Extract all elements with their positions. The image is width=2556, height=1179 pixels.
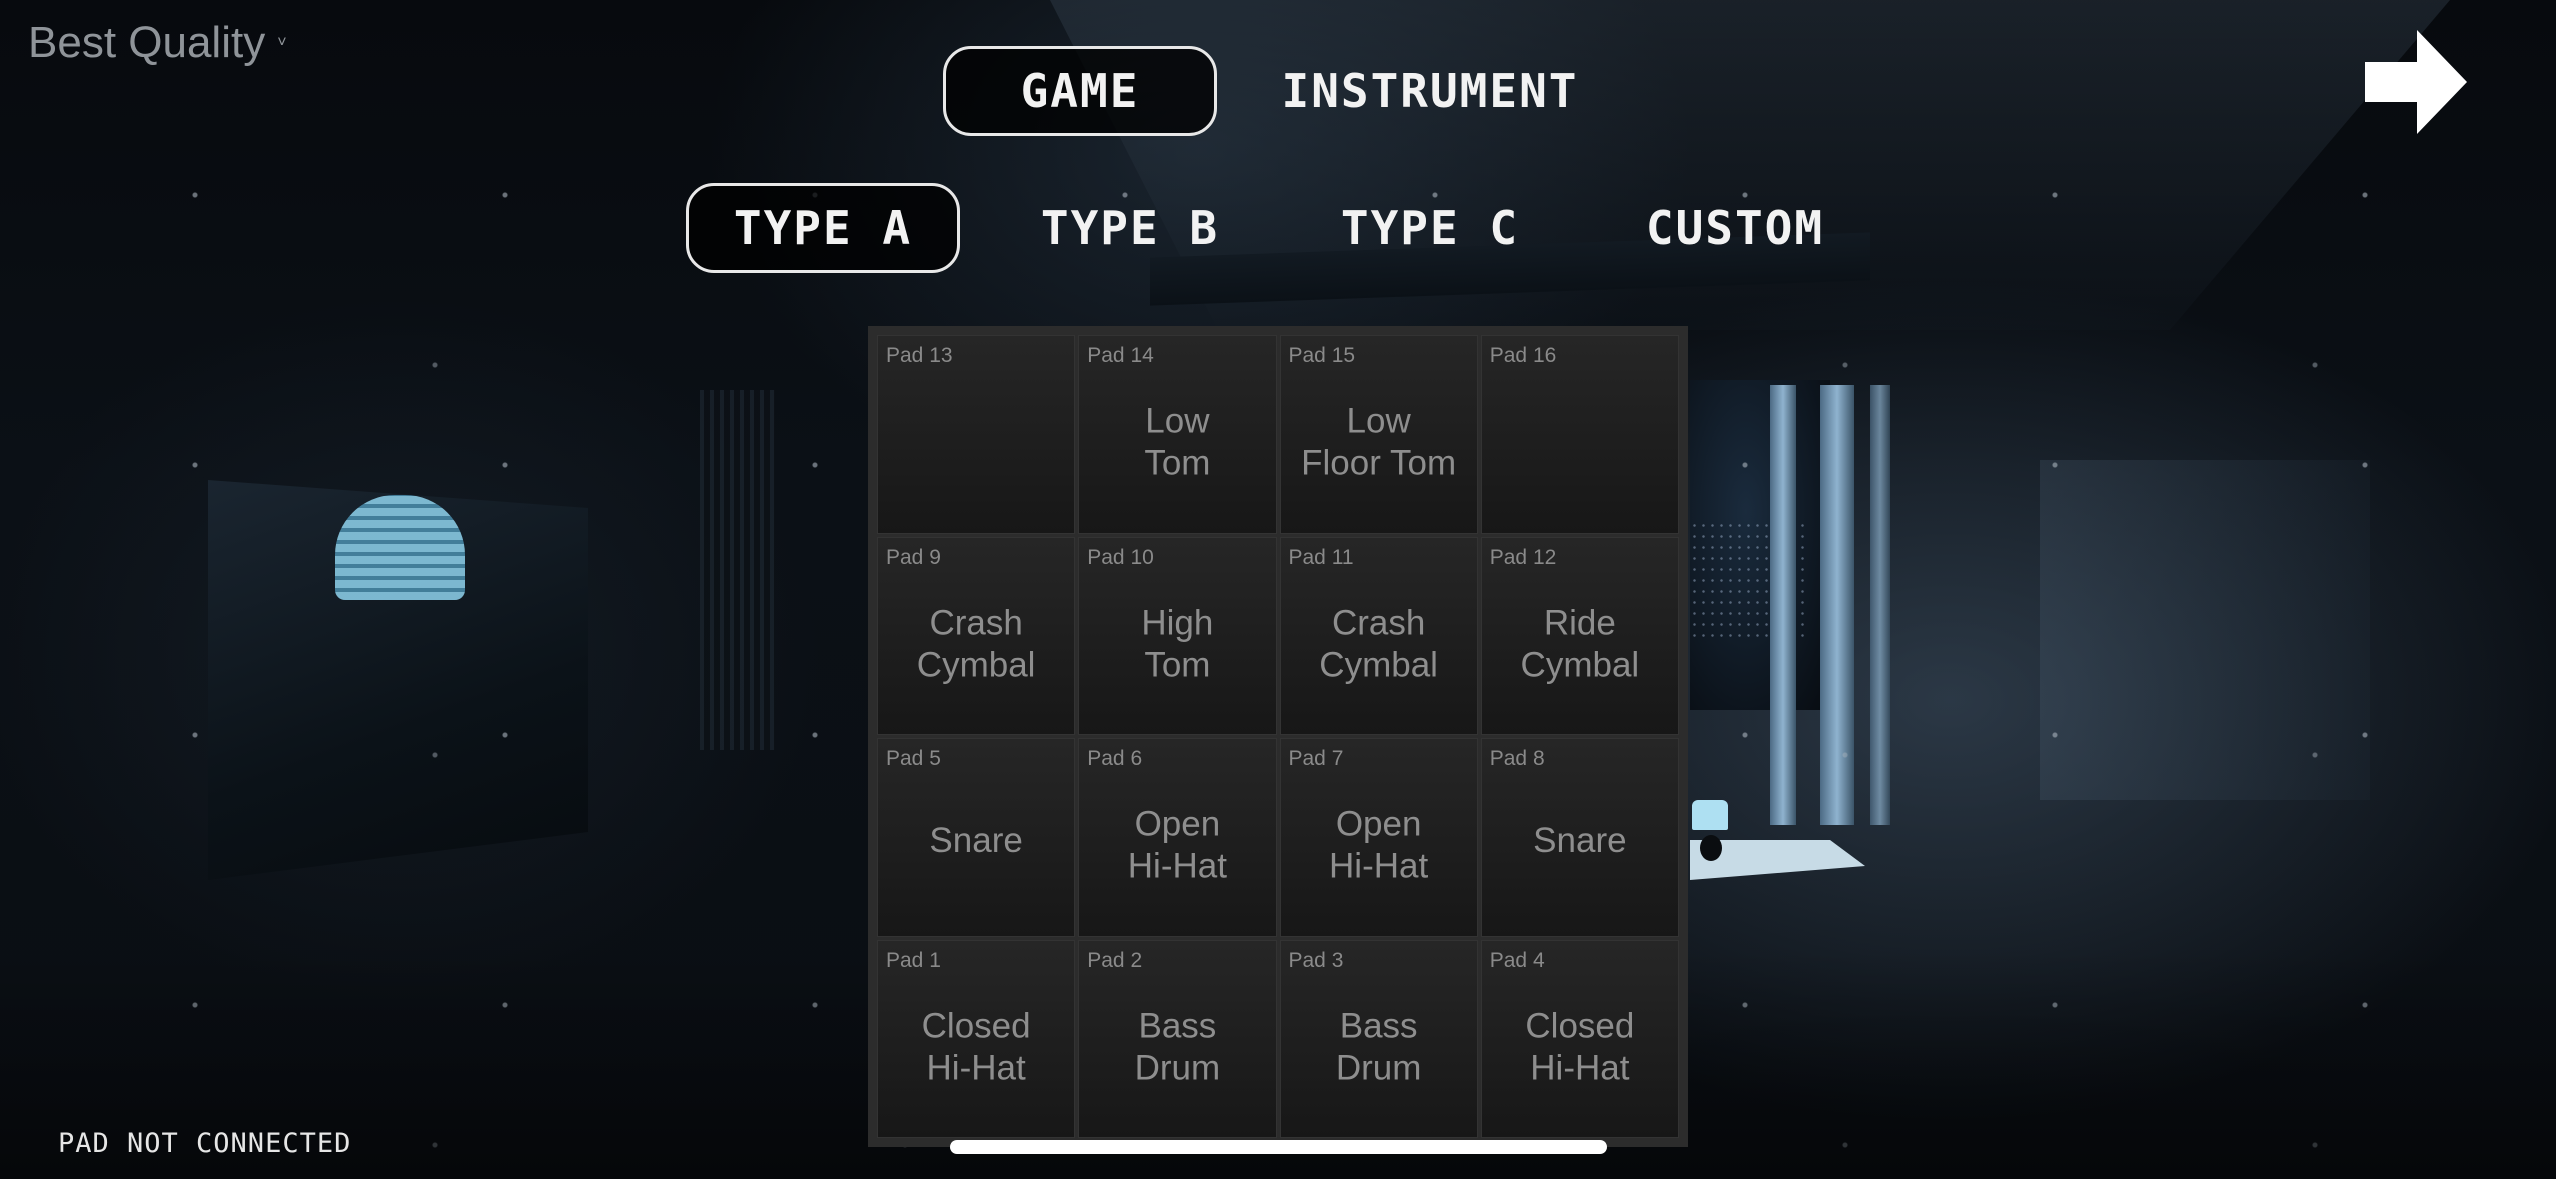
pad-instrument: Low Tom <box>1144 401 1211 483</box>
pad-instrument: Bass Drum <box>1134 1006 1221 1088</box>
pad-4[interactable]: Pad 4 Closed Hi-Hat <box>1480 939 1679 1138</box>
pad-instrument: High Tom <box>1141 603 1214 685</box>
pad-2[interactable]: Pad 2 Bass Drum <box>1078 939 1277 1138</box>
quality-label: Best Quality <box>28 18 266 67</box>
pad-instrument: Low Floor Tom <box>1301 401 1457 483</box>
pad-number: Pad 4 <box>1489 948 1545 972</box>
pad-12[interactable]: Pad 12 Ride Cymbal <box>1480 536 1679 735</box>
pad-13[interactable]: Pad 13 <box>877 335 1076 534</box>
pad-number: Pad 1 <box>886 948 941 972</box>
quality-dropdown[interactable]: Best Quality ˅ <box>28 18 287 68</box>
pad-number: Pad 10 <box>1087 545 1154 569</box>
tab-game[interactable]: GAME <box>943 46 1217 136</box>
pad-number: Pad 6 <box>1087 747 1143 770</box>
pad-number: Pad 13 <box>886 344 953 367</box>
tab-type-b[interactable]: TYPE B <box>1010 183 1250 273</box>
pad-instrument: Open Hi-Hat <box>1127 804 1227 886</box>
pad-instrument: Crash Cymbal <box>916 603 1036 685</box>
pad-1[interactable]: Pad 1 Closed Hi-Hat <box>877 939 1076 1138</box>
home-indicator[interactable] <box>950 1140 1607 1154</box>
tab-instrument[interactable]: INSTRUMENT <box>1255 46 1605 136</box>
pad-9[interactable]: Pad 9 Crash Cymbal <box>877 536 1076 735</box>
pad-number: Pad 12 <box>1489 545 1557 569</box>
pad-11[interactable]: Pad 11 Crash Cymbal <box>1279 536 1478 735</box>
pad-3[interactable]: Pad 3 Bass Drum <box>1279 939 1478 1138</box>
pad-6[interactable]: Pad 6 Open Hi-Hat <box>1078 738 1277 937</box>
pad-number: Pad 16 <box>1489 344 1557 367</box>
pad-10[interactable]: Pad 10 High Tom <box>1078 536 1277 735</box>
pad-instrument: Ride Cymbal <box>1520 603 1640 685</box>
pad-number: Pad 3 <box>1288 948 1344 972</box>
pad-instrument: Bass Drum <box>1335 1006 1422 1088</box>
pad-number: Pad 15 <box>1288 344 1356 367</box>
pad-instrument: Open Hi-Hat <box>1329 804 1429 886</box>
pad-instrument: Snare <box>929 821 1023 861</box>
pad-number: Pad 7 <box>1288 747 1344 770</box>
pad-14[interactable]: Pad 14 Low Tom <box>1078 335 1277 534</box>
pad-number: Pad 2 <box>1087 948 1143 972</box>
pad-number: Pad 11 <box>1288 545 1354 569</box>
connection-status: PAD NOT CONNECTED <box>58 1128 352 1159</box>
next-button[interactable] <box>2365 30 2470 135</box>
tab-type-a[interactable]: TYPE A <box>686 183 960 273</box>
pad-number: Pad 8 <box>1489 747 1545 770</box>
pad-instrument: Closed Hi-Hat <box>1525 1006 1635 1088</box>
pad-7[interactable]: Pad 7 Open Hi-Hat <box>1279 738 1478 937</box>
pad-instrument: Snare <box>1533 821 1627 861</box>
pad-instrument: Crash Cymbal <box>1319 603 1438 685</box>
pad-grid: Pad 13 Pad 14 Low Tom Pad 15 Low Floor Tom… <box>868 326 1688 1147</box>
pad-instrument: Closed Hi-Hat <box>921 1006 1031 1088</box>
chevron-down-icon: ˅ <box>277 34 287 51</box>
pad-number: Pad 14 <box>1087 344 1154 367</box>
tab-custom[interactable]: CUSTOM <box>1615 183 1855 273</box>
pad-number: Pad 5 <box>886 747 941 770</box>
pad-15[interactable]: Pad 15 Low Floor Tom <box>1279 335 1478 534</box>
pad-16[interactable]: Pad 16 <box>1480 335 1679 534</box>
tab-type-c[interactable]: TYPE C <box>1310 183 1550 273</box>
pad-5[interactable]: Pad 5 Snare <box>877 738 1076 937</box>
arrow-right-icon <box>2365 30 2467 134</box>
pad-8[interactable]: Pad 8 Snare <box>1480 738 1679 937</box>
pad-number: Pad 9 <box>886 545 941 569</box>
